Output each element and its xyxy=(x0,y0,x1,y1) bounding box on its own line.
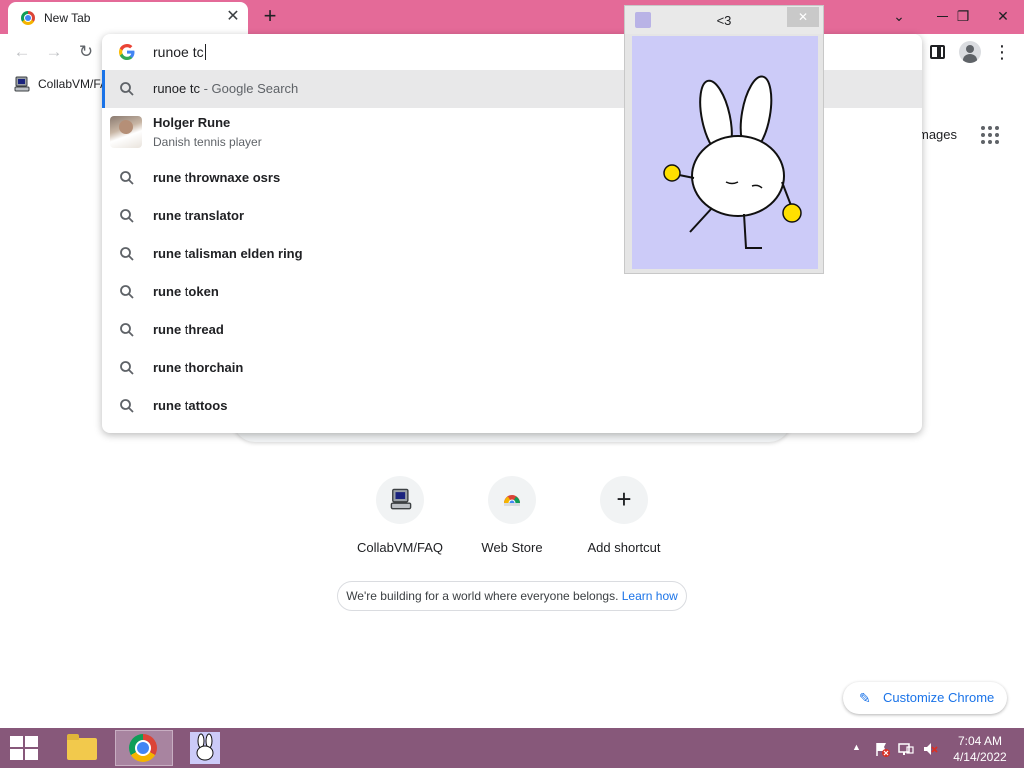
popup-titlebar[interactable]: <3 ✕ xyxy=(625,6,823,34)
volume-muted-icon[interactable] xyxy=(922,741,938,757)
shortcut-web-store[interactable]: Web Store xyxy=(456,476,568,566)
suggestion-text: rune thread xyxy=(153,322,224,337)
search-icon xyxy=(120,247,134,261)
side-panel-icon[interactable] xyxy=(930,45,945,59)
suggestion-item[interactable]: rune thread xyxy=(102,311,922,349)
back-button[interactable]: ← xyxy=(10,40,34,64)
restore-button[interactable]: ❐ xyxy=(950,4,976,28)
shortcut-label: CollabVM/FAQ xyxy=(357,540,443,555)
profile-avatar-icon[interactable] xyxy=(959,41,981,63)
google-g-icon xyxy=(119,44,135,60)
tray-overflow-icon[interactable]: ▲ xyxy=(852,742,861,752)
entity-subtitle: Danish tennis player xyxy=(153,135,262,149)
close-window-button[interactable]: ✕ xyxy=(990,4,1016,28)
collabvm-computer-icon xyxy=(14,76,30,92)
shortcut-label: Web Store xyxy=(481,540,543,555)
bunny-image xyxy=(632,36,818,269)
chrome-menu-button[interactable]: ⋮ xyxy=(991,41,1013,63)
tab-close-icon[interactable]: ✕ xyxy=(224,8,242,26)
chrome-icon xyxy=(129,734,157,762)
taskbar-file-explorer[interactable] xyxy=(52,730,110,766)
google-apps-icon[interactable] xyxy=(981,126,999,144)
start-button[interactable] xyxy=(8,736,38,760)
shortcut-tile xyxy=(488,476,536,524)
new-tab-button[interactable]: + xyxy=(258,5,282,29)
ntp-promo: We're building for a world where everyon… xyxy=(337,581,687,611)
shortcut-add[interactable]: + Add shortcut xyxy=(568,476,680,566)
taskbar xyxy=(0,728,1024,768)
search-icon xyxy=(120,361,134,375)
forward-button[interactable]: → xyxy=(42,40,66,64)
plus-icon: + xyxy=(616,484,632,514)
promo-text: We're building for a world where everyon… xyxy=(346,589,622,603)
folder-icon xyxy=(67,734,97,760)
tab-new-tab[interactable]: New Tab ✕ xyxy=(8,2,248,34)
taskbar-chrome[interactable] xyxy=(115,730,173,766)
web-store-icon xyxy=(504,495,520,507)
suggestion-item[interactable]: rune tattoos xyxy=(102,387,922,425)
bunny-icon xyxy=(190,732,220,764)
clock-time: 7:04 AM xyxy=(957,734,1003,748)
dancing-bunny-illustration xyxy=(663,75,802,249)
customize-chrome-button[interactable]: ✎ Customize Chrome xyxy=(843,682,1007,714)
suggestion-text: runoe tc - Google Search xyxy=(153,81,299,96)
learn-how-link[interactable]: Learn how xyxy=(622,589,678,603)
chrome-favicon-icon xyxy=(21,11,35,25)
tab-strip: New Tab ✕ + ⌄ ❐ ✕ xyxy=(0,0,1024,34)
suggestion-text: rune translator xyxy=(153,208,245,223)
tab-title: New Tab xyxy=(44,11,91,25)
action-center-flag-icon[interactable] xyxy=(874,741,890,757)
shortcut-collabvm-faq[interactable]: CollabVM/FAQ xyxy=(344,476,456,566)
search-icon xyxy=(120,285,134,299)
entity-thumbnail xyxy=(110,116,142,148)
popup-close-button[interactable]: ✕ xyxy=(787,7,819,27)
suggestion-text: rune talisman elden ring xyxy=(153,246,303,261)
customize-chrome-label: Customize Chrome xyxy=(883,690,995,705)
suggestion-item[interactable]: rune thorchain xyxy=(102,349,922,387)
taskbar-bunny-app[interactable] xyxy=(176,730,234,766)
bunny-popup-window[interactable]: <3 ✕ xyxy=(624,5,824,274)
images-link[interactable]: mages xyxy=(918,127,957,142)
search-icon xyxy=(120,323,134,337)
search-icon xyxy=(120,171,134,185)
suggestion-text: rune token xyxy=(153,284,219,299)
reload-button[interactable]: ↻ xyxy=(74,40,98,64)
shortcut-tile xyxy=(376,476,424,524)
entity-title: Holger Rune xyxy=(153,115,231,130)
shortcut-label: Add shortcut xyxy=(587,540,661,555)
search-icon xyxy=(120,82,134,96)
suggestion-text: rune thorchain xyxy=(153,360,244,375)
pencil-icon: ✎ xyxy=(859,690,871,706)
collabvm-computer-icon xyxy=(390,488,412,510)
suggestion-item[interactable]: rune token xyxy=(102,273,922,311)
search-icon xyxy=(120,399,134,413)
suggestion-text: rune thrownaxe osrs xyxy=(153,170,281,185)
network-icon[interactable] xyxy=(898,741,914,757)
omnibox-input[interactable]: runoe tc xyxy=(153,44,206,60)
taskbar-clock[interactable]: 7:04 AM 4/14/2022 xyxy=(944,733,1016,765)
minimize-icon xyxy=(937,16,948,17)
shortcut-tile: + xyxy=(600,476,648,524)
suggestion-text: rune tattoos xyxy=(153,398,228,413)
search-icon xyxy=(120,209,134,223)
tab-search-chevron-icon[interactable]: ⌄ xyxy=(886,4,912,28)
clock-date: 4/14/2022 xyxy=(953,750,1007,764)
